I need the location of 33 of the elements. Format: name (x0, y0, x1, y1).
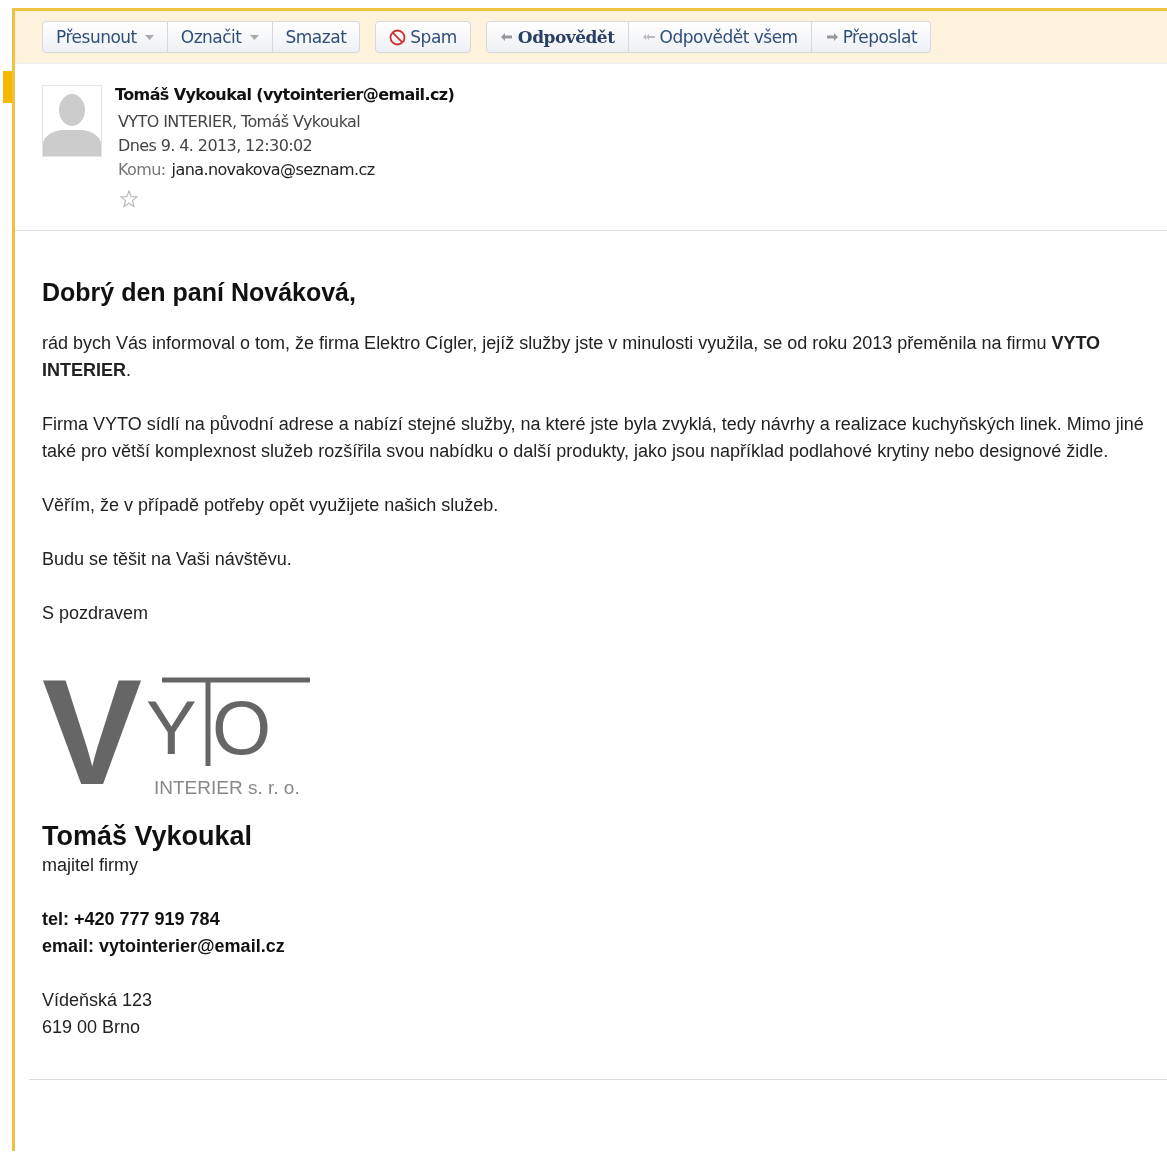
toolbar-button[interactable]: Odpovědět všem (628, 21, 812, 53)
double-arrow-left-icon (641, 32, 656, 42)
toolbar-button[interactable]: Přeposlat (811, 21, 932, 53)
signature-address: 619 00 Brno (42, 1016, 142, 1039)
selection-marker (3, 71, 12, 103)
toolbar-button[interactable]: Spam (375, 21, 471, 53)
avatar-silhouette (42, 85, 102, 157)
signature-address: Vídeňská 123 (42, 989, 154, 1012)
signature-name: Tomáš Vykoukal (42, 820, 254, 852)
prohibited-icon (389, 28, 407, 46)
message-paragraph: Budu se těšit na Vaši návštěvu. (42, 548, 293, 571)
arrow-right-icon (824, 32, 839, 42)
message-paragraph: S pozdravem (42, 602, 150, 625)
signature-contact: email: vytointerier@email.cz (42, 935, 286, 958)
sender-organization: VYTO INTERIER, Tomáš Vykoukal (118, 111, 362, 133)
greeting-heading: Dobrý den paní Nováková, (42, 279, 357, 306)
signature-role: majitel firmy (42, 854, 139, 877)
recipient-address: jana.novakova@seznam.cz (171, 159, 375, 181)
toolbar-button[interactable]: Smazat (272, 21, 361, 53)
star-icon[interactable] (120, 190, 138, 208)
caret-icon (249, 34, 259, 40)
signature-contact: tel: +420 777 919 784 (42, 908, 221, 931)
message-paragraph: rád bych Vás informoval o tom, že firma Elektro Cígler, jejíž služby jste v minulosti využila, se od roku 2013 přeměnila na firmu VYTO INTERIER. (42, 332, 1102, 382)
arrow-left-icon (499, 32, 514, 42)
toolbar-button[interactable]: Odpovědět (485, 21, 629, 53)
message-paragraph: Firma VYTO sídlí na původní adrese a nabízí stejné služby, na které jste byla zvyklá, tedy návrhy a realizace kuchyňských linek. Mimo jiné také pro větší komplexnost služeb rozšířila svou nabídku o další produkty, jako jsou například podlahové krytiny nebo designové židle. (42, 413, 1145, 463)
dropdown-button[interactable]: Přesunout (42, 21, 168, 53)
dropdown-button[interactable]: Označit (167, 21, 273, 53)
sender-name: Tomáš Vykoukal (vytointerier@email.cz) (115, 84, 455, 106)
recipient-label: Komu: (118, 159, 166, 181)
caret-icon (144, 34, 154, 40)
message-date: Dnes 9. 4. 2013, 12:30:02 (118, 135, 314, 157)
message-paragraph: Věřím, že v případě potřeby opět využijete našich služeb. (42, 494, 500, 517)
